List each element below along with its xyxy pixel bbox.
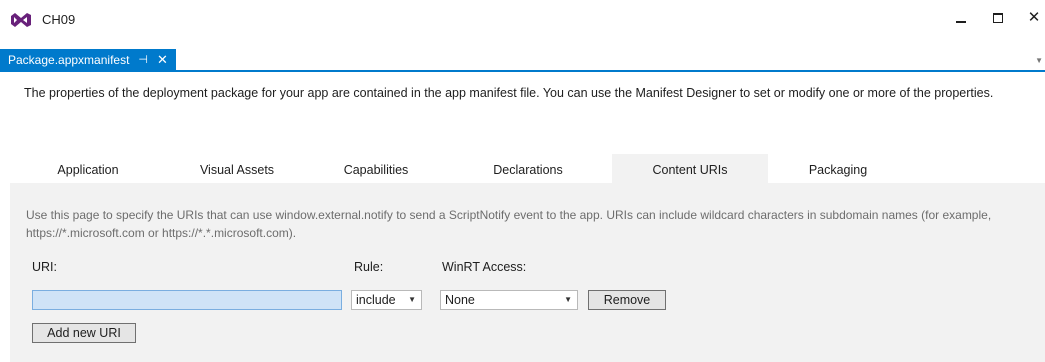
- content-uris-panel: Use this page to specify the URIs that c…: [10, 183, 1045, 362]
- chevron-down-icon: ▼: [564, 295, 572, 304]
- winrt-access-select[interactable]: None ▼: [440, 290, 578, 310]
- tab-content-uris[interactable]: Content URIs: [612, 154, 768, 183]
- window-title: CH09: [42, 12, 76, 27]
- tab-application[interactable]: Application: [10, 154, 166, 183]
- close-icon: ✕: [1027, 9, 1041, 26]
- document-tab-strip: Package.appxmanifest ⊣ ✕ ▼: [0, 46, 1045, 72]
- pin-icon[interactable]: ⊣: [138, 53, 148, 66]
- minimize-button[interactable]: [952, 8, 972, 28]
- document-tab-package-appxmanifest[interactable]: Package.appxmanifest ⊣ ✕: [0, 49, 176, 70]
- uri-label: URI:: [32, 260, 57, 274]
- remove-button[interactable]: Remove: [588, 290, 666, 310]
- winrt-access-select-value: None: [445, 293, 475, 307]
- close-window-button[interactable]: ✕: [1024, 8, 1044, 28]
- rule-label: Rule:: [354, 260, 384, 274]
- minimize-icon: [956, 21, 966, 23]
- content-uris-description: Use this page to specify the URIs that c…: [26, 208, 992, 240]
- add-new-uri-button[interactable]: Add new URI: [32, 323, 136, 343]
- rule-select-value: include: [356, 293, 396, 307]
- document-tab-label: Package.appxmanifest: [8, 52, 130, 67]
- visual-studio-logo-icon: [11, 13, 31, 27]
- tab-packaging[interactable]: Packaging: [768, 154, 908, 183]
- uri-input[interactable]: [32, 290, 342, 310]
- maximize-button[interactable]: [988, 8, 1008, 28]
- winrt-access-label: WinRT Access:: [442, 260, 527, 274]
- close-tab-icon[interactable]: ✕: [157, 52, 168, 68]
- manifest-tabs: Application Visual Assets Capabilities D…: [10, 154, 908, 183]
- title-bar: CH09 ✕: [0, 0, 1045, 46]
- tab-declarations[interactable]: Declarations: [444, 154, 612, 183]
- tab-overflow-dropdown-icon[interactable]: ▼: [1035, 56, 1043, 65]
- rule-select[interactable]: include ▼: [351, 290, 422, 310]
- tab-capabilities[interactable]: Capabilities: [308, 154, 444, 183]
- chevron-down-icon: ▼: [408, 295, 416, 304]
- tab-visual-assets[interactable]: Visual Assets: [166, 154, 308, 183]
- manifest-description: The properties of the deployment package…: [24, 86, 994, 100]
- maximize-icon: [993, 13, 1003, 23]
